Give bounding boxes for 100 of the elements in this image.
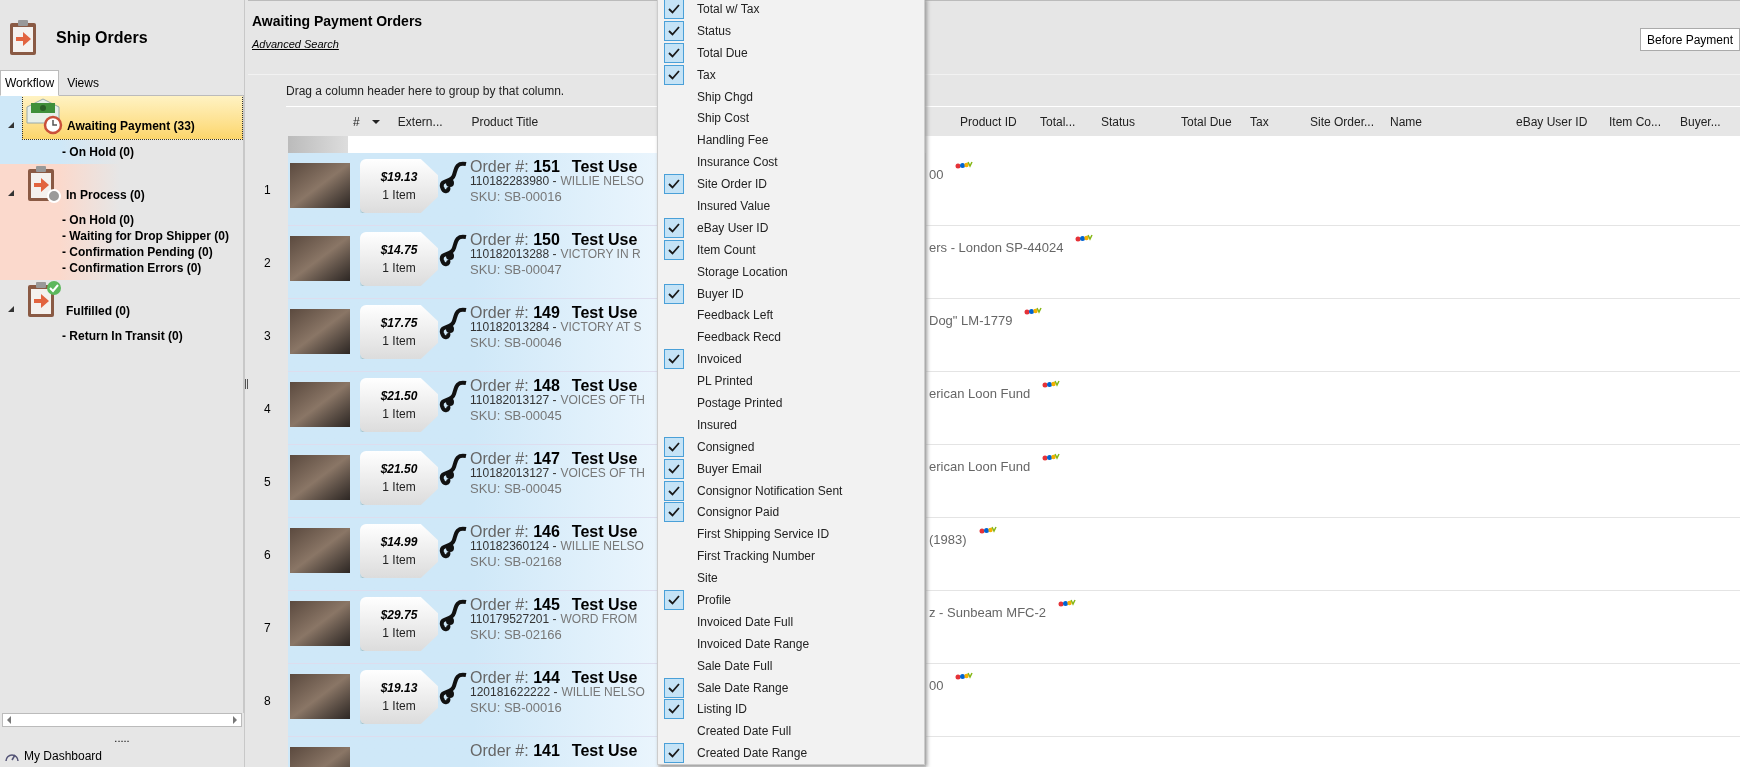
row-highlight[interactable]: $29.75 1 Item Order #: 145 Test Use 110179527201 - WORD FROM SKU: SB-02166	[288, 591, 658, 664]
menu-item[interactable]: Storage Location	[658, 260, 924, 283]
column-header[interactable]: eBay User ID	[1516, 112, 1609, 131]
menu-item[interactable]: Site	[658, 567, 924, 590]
menu-item[interactable]: Handling Fee	[658, 129, 924, 152]
row-number: 5	[264, 473, 271, 491]
column-header[interactable]: Total Due	[1181, 112, 1250, 131]
horizontal-scrollbar[interactable]	[2, 713, 242, 727]
menu-item[interactable]: Created Date Range	[658, 742, 924, 765]
menu-item[interactable]: Status	[658, 19, 924, 42]
sidebar-tab[interactable]: Workflow	[0, 70, 60, 96]
row-number: 4	[264, 400, 271, 418]
row-highlight[interactable]: $19.13 1 Item Order #: 151 Test Use 110182283980 - WILLIE NELSO SKU: SB-00016	[288, 153, 658, 226]
item-count[interactable]: 1 Item	[382, 697, 416, 715]
tree-item[interactable]: Fulfilled (0)	[22, 280, 243, 324]
menu-item[interactable]: Tax	[658, 63, 924, 86]
column-header[interactable]: Total...	[1040, 112, 1101, 131]
tree-subitem[interactable]: - On Hold (0)	[62, 144, 243, 160]
menu-item[interactable]: Ship Cost	[658, 107, 924, 130]
marketplace-logo-icon	[1058, 599, 1077, 607]
item-count[interactable]: 1 Item	[382, 551, 416, 569]
tree-item[interactable]: In Process (0)	[22, 164, 243, 208]
row-highlight[interactable]: $14.75 1 Item Order #: 150 Test Use 110182013288 - VICTORY IN R SKU: SB-00047	[288, 226, 658, 299]
tag-price: $17.75	[380, 315, 418, 332]
sku-text: SKU: SB-00047	[470, 262, 563, 277]
menu-item[interactable]: Feedback Left	[658, 304, 924, 327]
item-count[interactable]: 1 Item	[382, 332, 416, 350]
row-highlight[interactable]: $21.50 1 Item Order #: 148 Test Use 110182013127 - VOICES OF TH SKU: SB-00045	[288, 372, 658, 445]
menu-item[interactable]: Sale Date Range	[658, 676, 924, 699]
column-header[interactable]: Site Order...	[1310, 112, 1390, 131]
column-header[interactable]: Name	[1390, 112, 1516, 131]
product-title-cell-text: 00	[929, 677, 944, 695]
tree-item[interactable]: Awaiting Payment (33)	[22, 96, 243, 140]
sort-caret-icon[interactable]	[371, 119, 380, 124]
item-count[interactable]: 1 Item	[382, 259, 416, 277]
column-header[interactable]: Product Title	[471, 112, 661, 131]
column-header[interactable]: Product ID	[960, 112, 1040, 131]
menu-item[interactable]: PL Printed	[658, 370, 924, 393]
item-count[interactable]: 1 Item	[382, 405, 416, 423]
column-header[interactable]: #	[353, 112, 372, 131]
menu-item[interactable]: Insurance Cost	[658, 151, 924, 174]
menu-item[interactable]: Consigned	[658, 435, 924, 458]
menu-item[interactable]: Total w/ Tax	[658, 0, 924, 20]
scroll-right-icon[interactable]	[233, 716, 237, 724]
menu-item[interactable]: Feedback Recd	[658, 326, 924, 349]
dashboard-link[interactable]: My Dashboard	[24, 747, 103, 765]
product-title-cell-text: ers - London SP-44024	[929, 239, 1064, 257]
menu-item[interactable]: Postage Printed	[658, 392, 924, 414]
menu-item[interactable]: Total Due	[658, 41, 924, 64]
product-title-cell-text: Dog" LM-1779	[929, 312, 1013, 330]
expand-arrow-icon[interactable]	[8, 306, 14, 312]
menu-item[interactable]: Created Date Full	[658, 720, 924, 743]
row-highlight[interactable]: $17.75 1 Item Order #: 149 Test Use 110182013284 - VICTORY AT S SKU: SB-00046	[288, 299, 658, 372]
tree-subitem[interactable]: - Confirmation Errors (0)	[62, 260, 243, 276]
menu-item[interactable]: First Shipping Service ID	[658, 523, 924, 546]
menu-item[interactable]: First Tracking Number	[658, 545, 924, 568]
menu-item[interactable]: Item Count	[658, 238, 924, 261]
column-header[interactable]: Buyer...	[1680, 112, 1740, 131]
menu-item[interactable]: Site Order ID	[658, 173, 924, 195]
row-highlight[interactable]: $19.13 1 Item Order #: 144 Test Use 120181622222 - WILLIE NELSO SKU: SB-00016	[288, 664, 658, 737]
scroll-left-icon[interactable]	[7, 716, 11, 724]
menu-item[interactable]: Invoiced Date Full	[658, 610, 924, 633]
item-count[interactable]: 1 Item	[382, 186, 416, 204]
menu-item[interactable]: Listing ID	[658, 698, 924, 721]
splitter-grip[interactable]: .....	[114, 732, 130, 744]
column-header[interactable]: Extern...	[397, 112, 472, 131]
tree-item-label: Fulfilled (0)	[66, 303, 130, 320]
product-title-cell-text: (1983)	[929, 531, 967, 549]
expand-arrow-icon[interactable]	[8, 122, 14, 128]
row-highlight[interactable]: $21.50 1 Item Order #: 147 Test Use 110182013127 - VOICES OF TH SKU: SB-00045	[288, 445, 658, 518]
row-highlight[interactable]: $14.99 1 Item Order #: 146 Test Use 110182360124 - WILLIE NELSO SKU: SB-02168	[288, 518, 658, 591]
tree-subitem[interactable]: - Waiting for Drop Shipper (0)	[62, 228, 243, 244]
menu-item[interactable]: Buyer ID	[658, 282, 924, 305]
menu-item[interactable]: Invoiced Date Range	[658, 632, 924, 655]
row-highlight[interactable]: Order #: 141 Test Use	[288, 737, 658, 767]
menu-item[interactable]: Profile	[658, 589, 924, 611]
column-header[interactable]: Status	[1101, 112, 1181, 131]
tree-subitem[interactable]: - Return In Transit (0)	[62, 328, 243, 344]
menu-item[interactable]: Consignor Notification Sent	[658, 479, 924, 502]
item-count[interactable]: 1 Item	[382, 478, 416, 496]
expand-arrow-icon[interactable]	[8, 190, 14, 196]
sku-text: SKU: SB-00016	[470, 700, 563, 715]
menu-item[interactable]: Consignor Paid	[658, 501, 924, 524]
menu-item[interactable]: Buyer Email	[658, 457, 924, 480]
menu-item[interactable]: Insured	[658, 413, 924, 436]
menu-item[interactable]: eBay User ID	[658, 216, 924, 239]
menu-item[interactable]: Ship Chgd	[658, 85, 924, 108]
menu-item[interactable]: Insured Value	[658, 195, 924, 217]
column-header[interactable]: Tax	[1250, 112, 1310, 131]
product-title: WILLIE NELSO	[560, 174, 644, 189]
menu-item[interactable]: Invoiced	[658, 348, 924, 371]
item-count[interactable]: 1 Item	[382, 624, 416, 642]
column-header[interactable]: Item Co...	[1609, 112, 1680, 131]
sidebar-tab[interactable]: Views	[59, 71, 107, 95]
advanced-search-link[interactable]: Advanced Search	[252, 36, 423, 53]
view-select[interactable]: Before Payment	[1639, 28, 1740, 51]
row-number: 1	[264, 181, 271, 199]
tree-subitem[interactable]: - Confirmation Pending (0)	[62, 244, 243, 260]
tree-subitem[interactable]: - On Hold (0)	[62, 212, 243, 228]
menu-item[interactable]: Sale Date Full	[658, 654, 924, 677]
